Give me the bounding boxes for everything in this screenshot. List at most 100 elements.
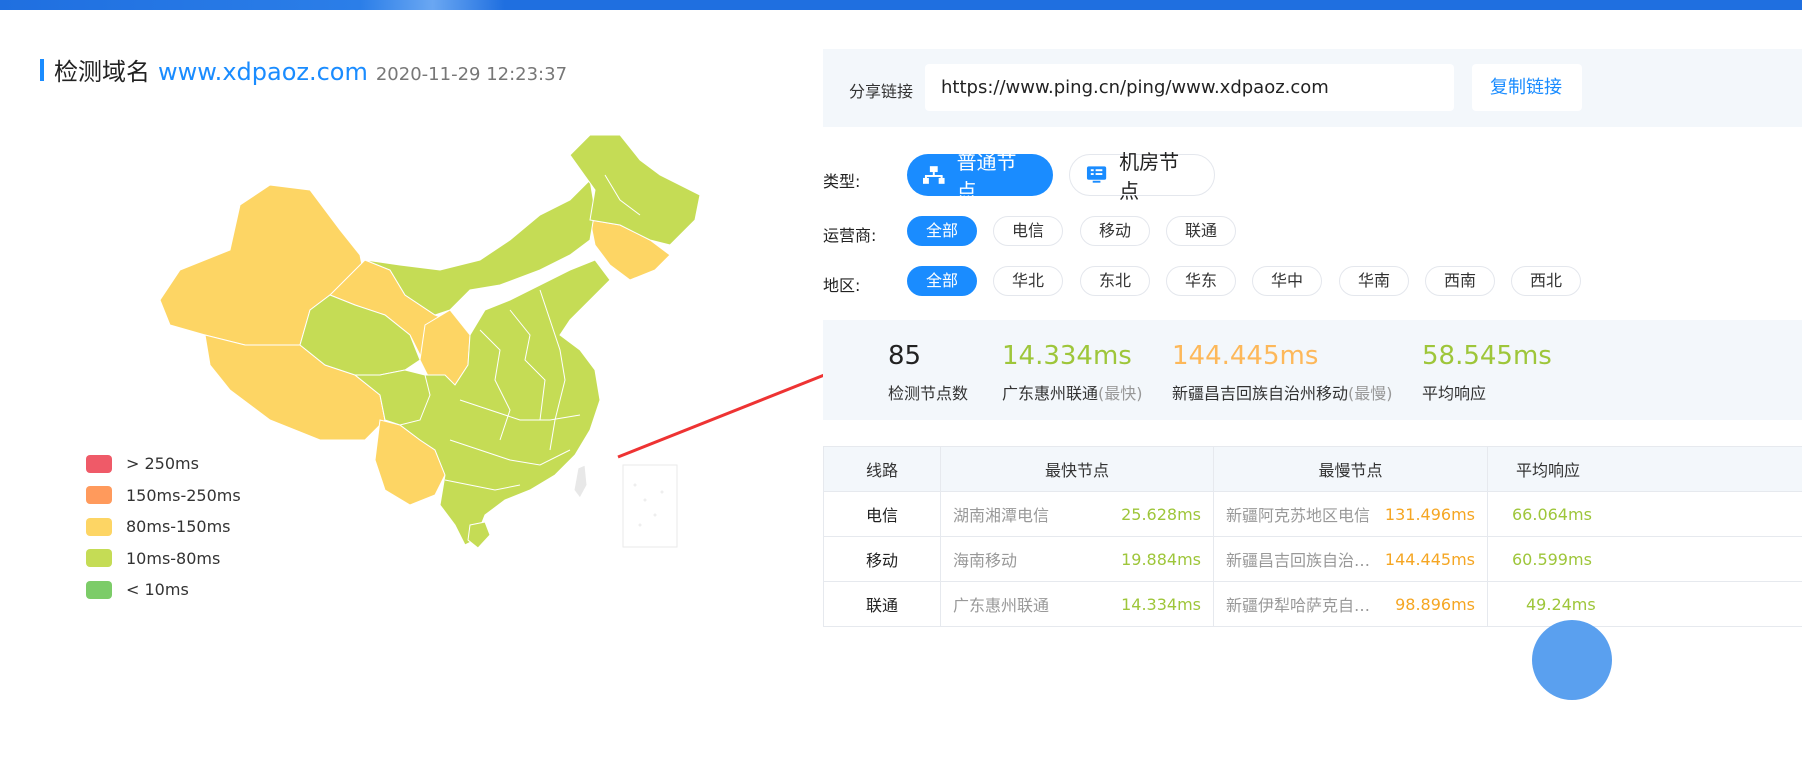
network-icon	[923, 166, 945, 184]
table-header-row: 线路 最快节点 最慢节点 平均响应	[823, 446, 1802, 492]
avg-ms: 66.064ms	[1512, 504, 1592, 524]
line-cell: 移动	[823, 536, 941, 582]
region-option-northwest[interactable]: 西北	[1511, 266, 1581, 296]
stat-value: 144.445ms	[1172, 341, 1319, 371]
slow-ms: 144.445ms	[1384, 549, 1475, 569]
legend-swatch	[86, 486, 112, 505]
fast-cell: 海南移动 19.884ms	[940, 536, 1214, 582]
stat-node-count: 85 检测节点数	[888, 340, 968, 404]
stat-fastest: 14.334ms 广东惠州联通(最快)	[1002, 340, 1143, 404]
line-cell: 联通	[823, 581, 941, 627]
region-option-north[interactable]: 华北	[993, 266, 1063, 296]
legend-swatch	[86, 580, 112, 599]
server-icon	[1086, 166, 1107, 183]
fast-node: 广东惠州联通	[953, 596, 1050, 615]
stat-label: 平均响应	[1422, 384, 1487, 403]
slow-cell: 新疆伊犁哈萨克自治州联通 98.896ms	[1213, 581, 1488, 627]
legend-item: > 250ms	[86, 448, 241, 480]
legend-item: 150ms-250ms	[86, 480, 241, 512]
legend-label: 80ms-150ms	[126, 517, 231, 537]
stat-value: 85	[888, 341, 922, 371]
fast-cell: 湖南湘潭电信 25.628ms	[940, 491, 1214, 537]
avg-ms: 60.599ms	[1512, 549, 1592, 569]
scroll-to-top-button[interactable]	[1532, 620, 1612, 700]
region-option-south[interactable]: 华南	[1339, 266, 1409, 296]
stat-node-name: 新疆昌吉回族自治州移动	[1172, 384, 1349, 403]
region-option-east[interactable]: 华东	[1166, 266, 1236, 296]
isp-option-all[interactable]: 全部	[907, 216, 977, 246]
type-option-datacenter-node[interactable]: 机房节点	[1069, 150, 1215, 203]
title-accent-bar	[40, 58, 44, 81]
legend-label: 150ms-250ms	[126, 485, 241, 505]
region-hainan[interactable]	[467, 521, 491, 549]
stat-note: (最慢)	[1348, 384, 1393, 403]
page-title: 检测域名 www.xdpaoz.com 2020-11-29 12:23:37	[40, 52, 567, 87]
stat-average: 58.545ms 平均响应	[1422, 340, 1552, 404]
slow-cell: 新疆昌吉回族自治州移动144.445ms	[1213, 536, 1488, 582]
isp-filter-label: 运营商:	[823, 226, 877, 245]
legend-item: 10ms-80ms	[86, 543, 241, 575]
stat-label: 广东惠州联通(最快)	[1002, 380, 1143, 404]
legend-label: < 10ms	[126, 580, 189, 600]
column-header: 线路	[823, 446, 941, 492]
title-timestamp: 2020-11-29 12:23:37	[375, 64, 568, 85]
type-option-label: 机房节点	[1119, 150, 1180, 203]
region-option-central[interactable]: 华中	[1252, 266, 1322, 296]
stat-value: 58.545ms	[1422, 341, 1552, 371]
legend-label: 10ms-80ms	[126, 548, 221, 568]
results-table: 线路 最快节点 最慢节点 平均响应 电信 湖南湘潭电信 25.628ms 新疆阿克…	[823, 446, 1802, 627]
avg-cell: 60.599ms	[1487, 536, 1802, 582]
fast-ms: 14.334ms	[1121, 594, 1201, 614]
fast-ms: 19.884ms	[1121, 549, 1201, 569]
south-china-sea-inset	[622, 464, 678, 548]
table-row: 移动 海南移动 19.884ms 新疆昌吉回族自治州移动144.445ms 60.…	[823, 536, 1802, 582]
top-banner	[0, 0, 1802, 10]
legend-item: < 10ms	[86, 574, 241, 606]
region-option-northeast[interactable]: 东北	[1080, 266, 1150, 296]
stat-label: 新疆昌吉回族自治州移动(最慢)	[1172, 380, 1393, 404]
slow-node: 新疆昌吉回族自治州移动	[1226, 551, 1381, 570]
slow-node: 新疆阿克苏地区电信	[1226, 506, 1371, 525]
share-link-label: 分享链接	[849, 82, 914, 101]
share-link-input[interactable]: https://www.ping.cn/ping/www.xdpaoz.com	[925, 64, 1454, 111]
isp-option-unicom[interactable]: 联通	[1166, 216, 1236, 246]
slow-ms: 98.896ms	[1395, 594, 1475, 614]
title-label: 检测域名	[54, 58, 150, 86]
line-cell: 电信	[823, 491, 941, 537]
region-taiwan[interactable]	[573, 464, 588, 499]
table-row: 联通 广东惠州联通 14.334ms 新疆伊犁哈萨克自治州联通 98.896ms 4…	[823, 581, 1802, 627]
fast-node: 湖南湘潭电信	[953, 506, 1050, 525]
stat-note: (最快)	[1098, 384, 1143, 403]
isp-option-telecom[interactable]: 电信	[993, 216, 1063, 246]
legend-label: > 250ms	[126, 454, 199, 474]
share-link-panel: 分享链接 https://www.ping.cn/ping/www.xdpaoz…	[823, 49, 1802, 127]
stat-slowest: 144.445ms 新疆昌吉回族自治州移动(最慢)	[1172, 340, 1393, 404]
type-option-label: 普通节点	[956, 150, 1017, 203]
stat-value: 14.334ms	[1002, 341, 1132, 371]
avg-cell: 66.064ms	[1487, 491, 1802, 537]
column-header: 最慢节点	[1213, 446, 1488, 492]
map-legend: > 250ms 150ms-250ms 80ms-150ms 10ms-80ms…	[86, 448, 241, 606]
slow-node: 新疆伊犁哈萨克自治州联通	[1226, 596, 1381, 615]
legend-item: 80ms-150ms	[86, 511, 241, 543]
legend-swatch	[86, 454, 112, 473]
fast-node: 海南移动	[953, 551, 1018, 570]
region-option-all[interactable]: 全部	[907, 266, 977, 296]
avg-ms: 49.24ms	[1526, 594, 1596, 614]
isp-option-mobile[interactable]: 移动	[1080, 216, 1150, 246]
copy-link-button[interactable]: 复制链接	[1472, 64, 1582, 111]
table-row: 电信 湖南湘潭电信 25.628ms 新疆阿克苏地区电信 131.496ms 66.…	[823, 491, 1802, 537]
fast-ms: 25.628ms	[1121, 504, 1201, 524]
fast-cell: 广东惠州联通 14.334ms	[940, 581, 1214, 627]
region-option-southwest[interactable]: 西南	[1425, 266, 1495, 296]
slow-ms: 131.496ms	[1384, 504, 1475, 524]
type-option-normal-node[interactable]: 普通节点	[907, 150, 1053, 203]
stat-node-name: 广东惠州联通	[1002, 384, 1099, 403]
column-header: 平均响应	[1487, 446, 1802, 492]
legend-swatch	[86, 517, 112, 536]
stat-label: 检测节点数	[888, 384, 969, 403]
title-domain[interactable]: www.xdpaoz.com	[158, 58, 368, 86]
avg-cell: 49.24ms	[1487, 581, 1802, 627]
type-filter-label: 类型:	[823, 172, 861, 191]
region-filter-label: 地区:	[823, 276, 861, 295]
